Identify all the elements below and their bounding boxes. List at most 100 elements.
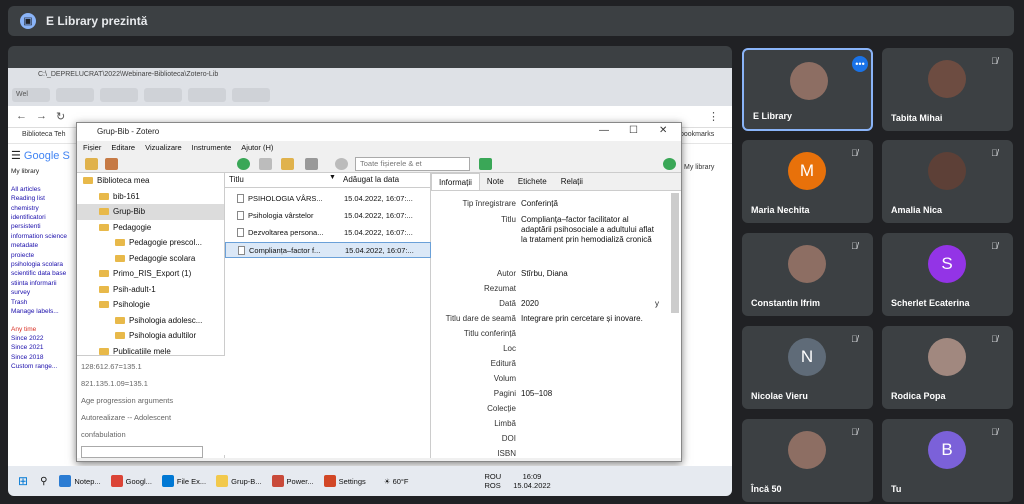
collection-item[interactable]: Psihologie xyxy=(77,297,224,313)
collection-item[interactable]: bib-161 xyxy=(77,189,224,205)
back-icon[interactable]: ← xyxy=(16,110,27,122)
time-filter-link[interactable]: Since 2021 xyxy=(11,343,75,352)
participant-tile[interactable]: Amalia Nica 🎙̸ xyxy=(882,140,1013,223)
participant-tile[interactable]: Rodica Popa 🎙̸ xyxy=(882,326,1013,409)
column-date-added[interactable]: Adăugat la data xyxy=(343,175,399,184)
field-value[interactable]: Stîrbu, Diana xyxy=(521,269,661,279)
participant-tile[interactable]: E Library ••• xyxy=(742,48,873,131)
scholar-label-link[interactable]: proiecte xyxy=(11,251,75,260)
scholar-label-link[interactable]: chemistry xyxy=(11,204,75,213)
add-by-identifier-icon[interactable] xyxy=(259,158,272,170)
tag-item[interactable]: 821.135.1.09=135.1 xyxy=(81,375,221,392)
item-tab[interactable]: Etichete xyxy=(511,173,554,190)
scholar-label-link[interactable]: Reading list xyxy=(11,194,75,203)
tag-item[interactable]: Autorealizare -- Adolescent xyxy=(81,409,221,426)
item-row[interactable]: Dezvoltarea persona... 15.04.2022, 16:07:… xyxy=(225,225,431,241)
new-collection-icon[interactable] xyxy=(85,158,98,170)
search-icon[interactable] xyxy=(335,158,348,170)
taskbar-app[interactable]: Notep... xyxy=(59,475,101,487)
field-value[interactable]: Conferință xyxy=(521,199,661,209)
participant-tile[interactable]: Constantin Ifrim 🎙̸ xyxy=(742,233,873,316)
participant-tile[interactable]: Tabita Mihai 🎙̸ xyxy=(882,48,1013,131)
item-row[interactable]: Psihologia vârstelor 15.04.2022, 16:07:..… xyxy=(225,208,431,224)
maximize-icon[interactable]: ☐ xyxy=(629,125,638,136)
participant-tile[interactable]: Încă 50 🎙̸ xyxy=(742,419,873,502)
item-tab[interactable]: Note xyxy=(480,173,511,190)
tag-filter-input[interactable] xyxy=(81,446,203,458)
sync-icon[interactable] xyxy=(663,158,676,170)
scholar-label-link[interactable]: survey xyxy=(11,288,75,297)
scholar-label-link[interactable]: scientific data base xyxy=(11,269,75,278)
scholar-label-link[interactable]: Manage labels... xyxy=(11,307,75,316)
tag-item[interactable]: 128:612.67=135.1 xyxy=(81,358,221,375)
sort-icon[interactable]: ▼ xyxy=(329,174,336,181)
participant-tile[interactable]: S Scherlet Ecaterina 🎙̸ xyxy=(882,233,1013,316)
column-title[interactable]: Titlu xyxy=(229,175,244,184)
browser-tab[interactable] xyxy=(188,88,226,102)
new-note-icon[interactable] xyxy=(281,158,294,170)
collection-item[interactable]: Psihologia adolesc... xyxy=(77,313,224,329)
participant-tile[interactable]: N Nicolae Vieru 🎙̸ xyxy=(742,326,873,409)
time-filter-link[interactable]: Since 2022 xyxy=(11,334,75,343)
taskbar-app[interactable]: Power... xyxy=(271,475,314,487)
collection-item[interactable]: Grup-Bib xyxy=(77,204,224,220)
scholar-label-link[interactable]: metadate xyxy=(11,241,75,250)
search-input[interactable]: Toate fișierele & et xyxy=(355,157,470,171)
collection-item[interactable]: Primo_RIS_Export (1) xyxy=(77,266,224,282)
taskbar-app[interactable]: Googl... xyxy=(110,475,152,487)
menu-icon[interactable]: ⋮ xyxy=(708,110,719,123)
item-row[interactable]: Complianța–factor f... 15.04.2022, 16:07:… xyxy=(225,242,431,258)
language-indicator[interactable]: ROU ROS xyxy=(485,472,502,490)
menu-item[interactable]: Instrumente xyxy=(192,143,232,153)
item-row[interactable]: PSIHOLOGIA VÂRS... 15.04.2022, 16:07:... xyxy=(225,191,431,207)
time-filter-link[interactable]: Any time xyxy=(11,325,75,334)
browser-tab[interactable] xyxy=(232,88,270,102)
collection-item[interactable]: Pedagogie prescol... xyxy=(77,235,224,251)
field-value[interactable]: 105–108 xyxy=(521,389,661,399)
search-icon[interactable]: ⚲ xyxy=(40,476,47,487)
participant-tile[interactable]: B Tu 🎙̸ xyxy=(882,419,1013,502)
clock[interactable]: 16:09 15.04.2022 xyxy=(513,472,551,490)
close-icon[interactable]: ✕ xyxy=(659,125,667,136)
collection-item[interactable]: Psihologia adultilor xyxy=(77,328,224,344)
browser-tab[interactable] xyxy=(144,88,182,102)
field-value[interactable]: Complianța–factor facilitator al adaptăr… xyxy=(521,215,661,245)
time-filter-link[interactable]: Custom range... xyxy=(11,362,75,371)
menu-item[interactable]: Fișier xyxy=(83,143,101,153)
scholar-label-link[interactable]: information science xyxy=(11,232,75,241)
menu-item[interactable]: Vizualizare xyxy=(145,143,182,153)
browser-tab[interactable] xyxy=(100,88,138,102)
collection-item[interactable]: Biblioteca mea xyxy=(77,173,224,189)
collection-item[interactable]: Pedagogie xyxy=(77,220,224,236)
my-library-link[interactable]: My library xyxy=(684,164,714,171)
scholar-label-link[interactable]: Trash xyxy=(11,298,75,307)
forward-icon[interactable]: → xyxy=(36,110,47,122)
weather[interactable]: ☀ 60°F xyxy=(384,477,409,486)
menu-item[interactable]: Ajutor (H) xyxy=(241,143,273,153)
tag-item[interactable]: confabulation xyxy=(81,426,221,443)
scholar-label-link[interactable]: All articles xyxy=(11,185,75,194)
menu-item[interactable]: Editare xyxy=(111,143,135,153)
taskbar-app[interactable]: Settings xyxy=(323,475,366,487)
new-item-icon[interactable] xyxy=(237,158,250,170)
browser-tab[interactable] xyxy=(56,88,94,102)
scholar-label-link[interactable]: identificatori xyxy=(11,213,75,222)
field-value[interactable]: Integrare prin cercetare și inovare. xyxy=(521,314,661,324)
collection-item[interactable]: Pedagogie scolara xyxy=(77,251,224,267)
start-icon[interactable]: ⊞ xyxy=(18,474,28,488)
scrollbar[interactable] xyxy=(671,193,679,313)
item-tab[interactable]: Informații xyxy=(431,173,480,190)
scholar-label-link[interactable]: psihologia scolara xyxy=(11,260,75,269)
reload-icon[interactable]: ↻ xyxy=(56,110,65,123)
browser-tab[interactable]: Wel xyxy=(12,88,50,102)
item-tab[interactable]: Relații xyxy=(554,173,590,190)
tag-item[interactable]: Age progression arguments xyxy=(81,392,221,409)
attachment-icon[interactable] xyxy=(305,158,318,170)
time-filter-link[interactable]: Since 2018 xyxy=(11,353,75,362)
field-value[interactable]: 2020 xyxy=(521,299,661,309)
taskbar-app[interactable]: File Ex... xyxy=(161,475,206,487)
collection-item[interactable]: Psih-adult-1 xyxy=(77,282,224,298)
scholar-label-link[interactable]: persistenti xyxy=(11,222,75,231)
bookmarks-label[interactable]: bookmarks xyxy=(680,131,714,138)
minimize-icon[interactable]: — xyxy=(599,125,609,136)
